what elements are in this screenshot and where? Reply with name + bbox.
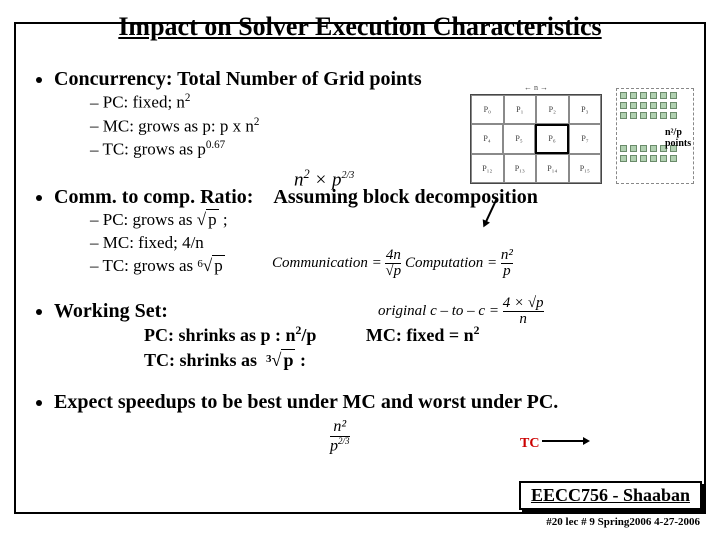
ws-pc-line: PC: shrinks as p : n2/p MC: fixed = n2 (54, 323, 696, 348)
footer-box: EECC756 - Shaaban (519, 481, 702, 510)
cc-head: Comm. to comp. Ratio: (54, 186, 253, 208)
formula-tc-ws: n²p2/3 (330, 418, 350, 455)
concurrency-head: Concurrency: Total Number of Grid points (54, 68, 422, 90)
grid-diagram: ← n → P₀P₁P₂P₃ P₄P₅P₆P₇ P₁₂P₁₃P₁₄P₁₅ n²/… (470, 82, 694, 188)
memory-box: n²/ppoints (616, 88, 694, 184)
bullet-workingset: Working Set: PC: shrinks as p : n2/p MC:… (54, 300, 696, 373)
grid-partition: ← n → P₀P₁P₂P₃ P₄P₅P₆P₇ P₁₂P₁₃P₁₄P₁₅ (470, 94, 602, 184)
n-arrow-label: ← n → (471, 83, 601, 92)
formula-comm-comp: Communication = 4n√p Computation = n²p (272, 248, 692, 279)
footer-line: #20 lec # 9 Spring2006 4-27-2006 (546, 516, 700, 528)
formula-n2p23: n2 × p2/3 (294, 167, 354, 191)
bullet-expect: Expect speedups to be best under MC and … (54, 391, 696, 414)
ws-head: Working Set: (54, 300, 168, 322)
cc-pc: PC: grows as p ; (90, 209, 696, 232)
tc-arrow (542, 440, 586, 442)
tc-label: TC (520, 436, 539, 452)
ws-tc-line: TC: shrinks as 3p : (54, 348, 696, 373)
formula-ctoc: original c – to – c = 4 × √pn (378, 296, 544, 327)
mem-label: n²/ppoints (665, 127, 691, 149)
